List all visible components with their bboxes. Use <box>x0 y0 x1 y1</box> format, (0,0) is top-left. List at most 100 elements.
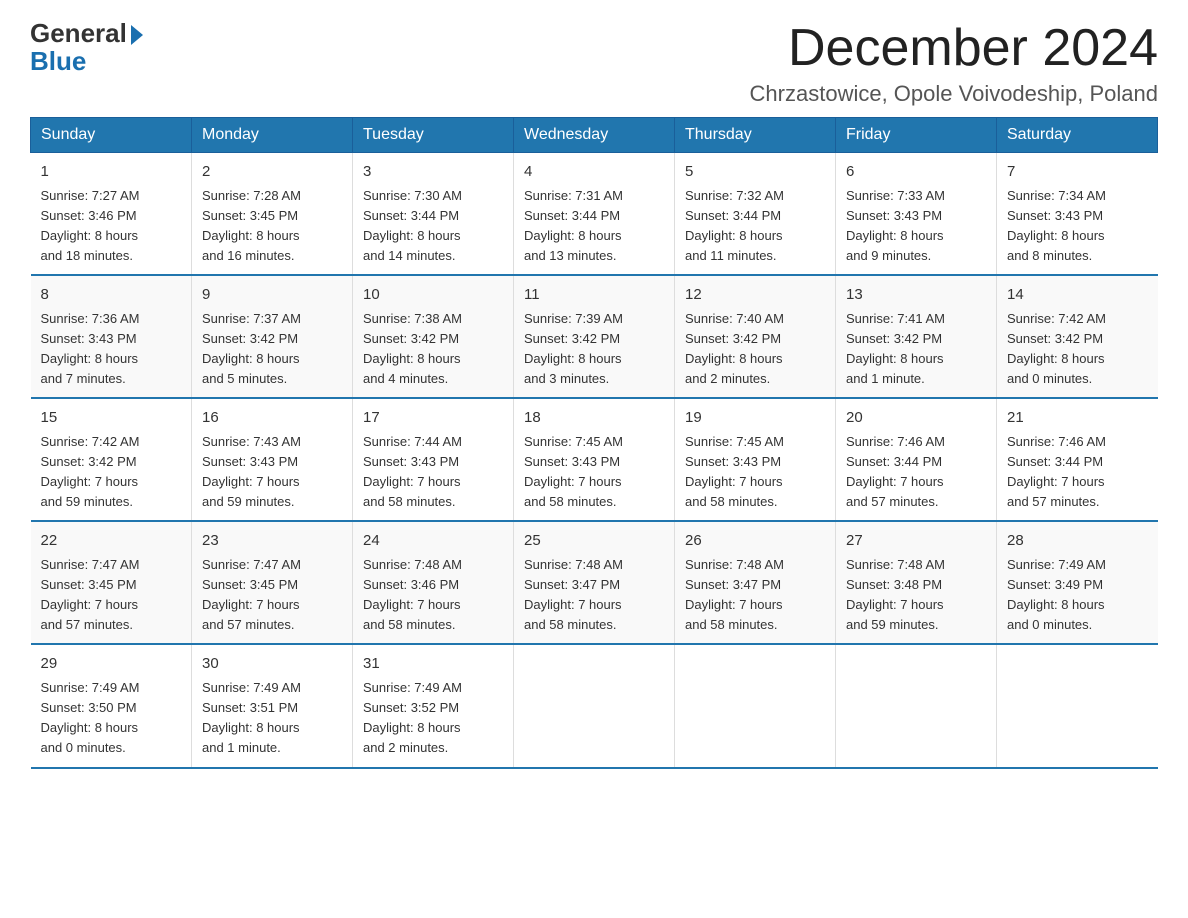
calendar-cell: 5Sunrise: 7:32 AM Sunset: 3:44 PM Daylig… <box>675 153 836 276</box>
calendar-cell: 26Sunrise: 7:48 AM Sunset: 3:47 PM Dayli… <box>675 521 836 644</box>
weekday-header: Thursday <box>675 118 836 153</box>
day-number: 30 <box>202 653 342 676</box>
weekday-header: Sunday <box>31 118 192 153</box>
day-info: Sunrise: 7:49 AM Sunset: 3:51 PM Dayligh… <box>202 678 342 759</box>
month-title: December 2024 <box>750 20 1158 77</box>
day-number: 28 <box>1007 530 1148 553</box>
day-number: 29 <box>41 653 182 676</box>
day-info: Sunrise: 7:48 AM Sunset: 3:48 PM Dayligh… <box>846 555 986 636</box>
day-info: Sunrise: 7:48 AM Sunset: 3:47 PM Dayligh… <box>685 555 825 636</box>
calendar-cell: 15Sunrise: 7:42 AM Sunset: 3:42 PM Dayli… <box>31 398 192 521</box>
day-number: 10 <box>363 284 503 307</box>
day-number: 12 <box>685 284 825 307</box>
calendar-cell: 7Sunrise: 7:34 AM Sunset: 3:43 PM Daylig… <box>997 153 1158 276</box>
calendar-cell <box>675 644 836 767</box>
calendar-cell: 9Sunrise: 7:37 AM Sunset: 3:42 PM Daylig… <box>192 275 353 398</box>
day-info: Sunrise: 7:49 AM Sunset: 3:49 PM Dayligh… <box>1007 555 1148 636</box>
day-info: Sunrise: 7:48 AM Sunset: 3:46 PM Dayligh… <box>363 555 503 636</box>
day-info: Sunrise: 7:44 AM Sunset: 3:43 PM Dayligh… <box>363 432 503 513</box>
day-info: Sunrise: 7:27 AM Sunset: 3:46 PM Dayligh… <box>41 186 182 267</box>
day-number: 18 <box>524 407 664 430</box>
day-number: 21 <box>1007 407 1148 430</box>
weekday-header: Wednesday <box>514 118 675 153</box>
calendar-week-row: 15Sunrise: 7:42 AM Sunset: 3:42 PM Dayli… <box>31 398 1158 521</box>
calendar-cell: 29Sunrise: 7:49 AM Sunset: 3:50 PM Dayli… <box>31 644 192 767</box>
day-number: 2 <box>202 161 342 184</box>
day-info: Sunrise: 7:43 AM Sunset: 3:43 PM Dayligh… <box>202 432 342 513</box>
day-number: 15 <box>41 407 182 430</box>
day-info: Sunrise: 7:41 AM Sunset: 3:42 PM Dayligh… <box>846 309 986 390</box>
header-row: SundayMondayTuesdayWednesdayThursdayFrid… <box>31 118 1158 153</box>
calendar-cell: 19Sunrise: 7:45 AM Sunset: 3:43 PM Dayli… <box>675 398 836 521</box>
day-info: Sunrise: 7:49 AM Sunset: 3:52 PM Dayligh… <box>363 678 503 759</box>
calendar-week-row: 22Sunrise: 7:47 AM Sunset: 3:45 PM Dayli… <box>31 521 1158 644</box>
calendar-cell: 6Sunrise: 7:33 AM Sunset: 3:43 PM Daylig… <box>836 153 997 276</box>
weekday-header: Friday <box>836 118 997 153</box>
day-number: 14 <box>1007 284 1148 307</box>
calendar-cell: 11Sunrise: 7:39 AM Sunset: 3:42 PM Dayli… <box>514 275 675 398</box>
day-info: Sunrise: 7:45 AM Sunset: 3:43 PM Dayligh… <box>685 432 825 513</box>
calendar-cell <box>997 644 1158 767</box>
calendar-cell <box>836 644 997 767</box>
calendar-cell: 23Sunrise: 7:47 AM Sunset: 3:45 PM Dayli… <box>192 521 353 644</box>
day-info: Sunrise: 7:34 AM Sunset: 3:43 PM Dayligh… <box>1007 186 1148 267</box>
weekday-header: Monday <box>192 118 353 153</box>
day-number: 11 <box>524 284 664 307</box>
day-number: 26 <box>685 530 825 553</box>
calendar-cell: 22Sunrise: 7:47 AM Sunset: 3:45 PM Dayli… <box>31 521 192 644</box>
day-number: 24 <box>363 530 503 553</box>
day-info: Sunrise: 7:42 AM Sunset: 3:42 PM Dayligh… <box>41 432 182 513</box>
day-info: Sunrise: 7:37 AM Sunset: 3:42 PM Dayligh… <box>202 309 342 390</box>
calendar-cell <box>514 644 675 767</box>
logo: General Blue <box>30 20 143 77</box>
day-info: Sunrise: 7:33 AM Sunset: 3:43 PM Dayligh… <box>846 186 986 267</box>
day-number: 19 <box>685 407 825 430</box>
calendar-cell: 24Sunrise: 7:48 AM Sunset: 3:46 PM Dayli… <box>353 521 514 644</box>
title-block: December 2024 Chrzastowice, Opole Voivod… <box>750 20 1158 107</box>
day-info: Sunrise: 7:28 AM Sunset: 3:45 PM Dayligh… <box>202 186 342 267</box>
day-number: 8 <box>41 284 182 307</box>
location-title: Chrzastowice, Opole Voivodeship, Poland <box>750 81 1158 107</box>
calendar-cell: 17Sunrise: 7:44 AM Sunset: 3:43 PM Dayli… <box>353 398 514 521</box>
calendar-cell: 20Sunrise: 7:46 AM Sunset: 3:44 PM Dayli… <box>836 398 997 521</box>
logo-icon <box>131 25 143 45</box>
day-info: Sunrise: 7:45 AM Sunset: 3:43 PM Dayligh… <box>524 432 664 513</box>
calendar-cell: 27Sunrise: 7:48 AM Sunset: 3:48 PM Dayli… <box>836 521 997 644</box>
calendar-table: SundayMondayTuesdayWednesdayThursdayFrid… <box>30 117 1158 768</box>
day-info: Sunrise: 7:46 AM Sunset: 3:44 PM Dayligh… <box>1007 432 1148 513</box>
calendar-cell: 2Sunrise: 7:28 AM Sunset: 3:45 PM Daylig… <box>192 153 353 276</box>
day-info: Sunrise: 7:40 AM Sunset: 3:42 PM Dayligh… <box>685 309 825 390</box>
calendar-cell: 28Sunrise: 7:49 AM Sunset: 3:49 PM Dayli… <box>997 521 1158 644</box>
page-header: General Blue December 2024 Chrzastowice,… <box>30 20 1158 107</box>
day-number: 16 <box>202 407 342 430</box>
calendar-cell: 16Sunrise: 7:43 AM Sunset: 3:43 PM Dayli… <box>192 398 353 521</box>
day-number: 27 <box>846 530 986 553</box>
day-info: Sunrise: 7:49 AM Sunset: 3:50 PM Dayligh… <box>41 678 182 759</box>
day-number: 20 <box>846 407 986 430</box>
day-number: 25 <box>524 530 664 553</box>
day-info: Sunrise: 7:47 AM Sunset: 3:45 PM Dayligh… <box>41 555 182 636</box>
calendar-week-row: 8Sunrise: 7:36 AM Sunset: 3:43 PM Daylig… <box>31 275 1158 398</box>
day-number: 17 <box>363 407 503 430</box>
day-number: 4 <box>524 161 664 184</box>
calendar-cell: 14Sunrise: 7:42 AM Sunset: 3:42 PM Dayli… <box>997 275 1158 398</box>
calendar-cell: 31Sunrise: 7:49 AM Sunset: 3:52 PM Dayli… <box>353 644 514 767</box>
day-number: 3 <box>363 161 503 184</box>
calendar-cell: 12Sunrise: 7:40 AM Sunset: 3:42 PM Dayli… <box>675 275 836 398</box>
logo-part2: Blue <box>30 46 86 77</box>
calendar-cell: 1Sunrise: 7:27 AM Sunset: 3:46 PM Daylig… <box>31 153 192 276</box>
day-number: 9 <box>202 284 342 307</box>
calendar-week-row: 29Sunrise: 7:49 AM Sunset: 3:50 PM Dayli… <box>31 644 1158 767</box>
logo-part1: General <box>30 20 143 46</box>
weekday-header: Saturday <box>997 118 1158 153</box>
calendar-week-row: 1Sunrise: 7:27 AM Sunset: 3:46 PM Daylig… <box>31 153 1158 276</box>
day-number: 6 <box>846 161 986 184</box>
calendar-cell: 4Sunrise: 7:31 AM Sunset: 3:44 PM Daylig… <box>514 153 675 276</box>
day-number: 23 <box>202 530 342 553</box>
day-info: Sunrise: 7:47 AM Sunset: 3:45 PM Dayligh… <box>202 555 342 636</box>
day-info: Sunrise: 7:32 AM Sunset: 3:44 PM Dayligh… <box>685 186 825 267</box>
calendar-cell: 30Sunrise: 7:49 AM Sunset: 3:51 PM Dayli… <box>192 644 353 767</box>
day-number: 31 <box>363 653 503 676</box>
calendar-cell: 3Sunrise: 7:30 AM Sunset: 3:44 PM Daylig… <box>353 153 514 276</box>
day-number: 1 <box>41 161 182 184</box>
